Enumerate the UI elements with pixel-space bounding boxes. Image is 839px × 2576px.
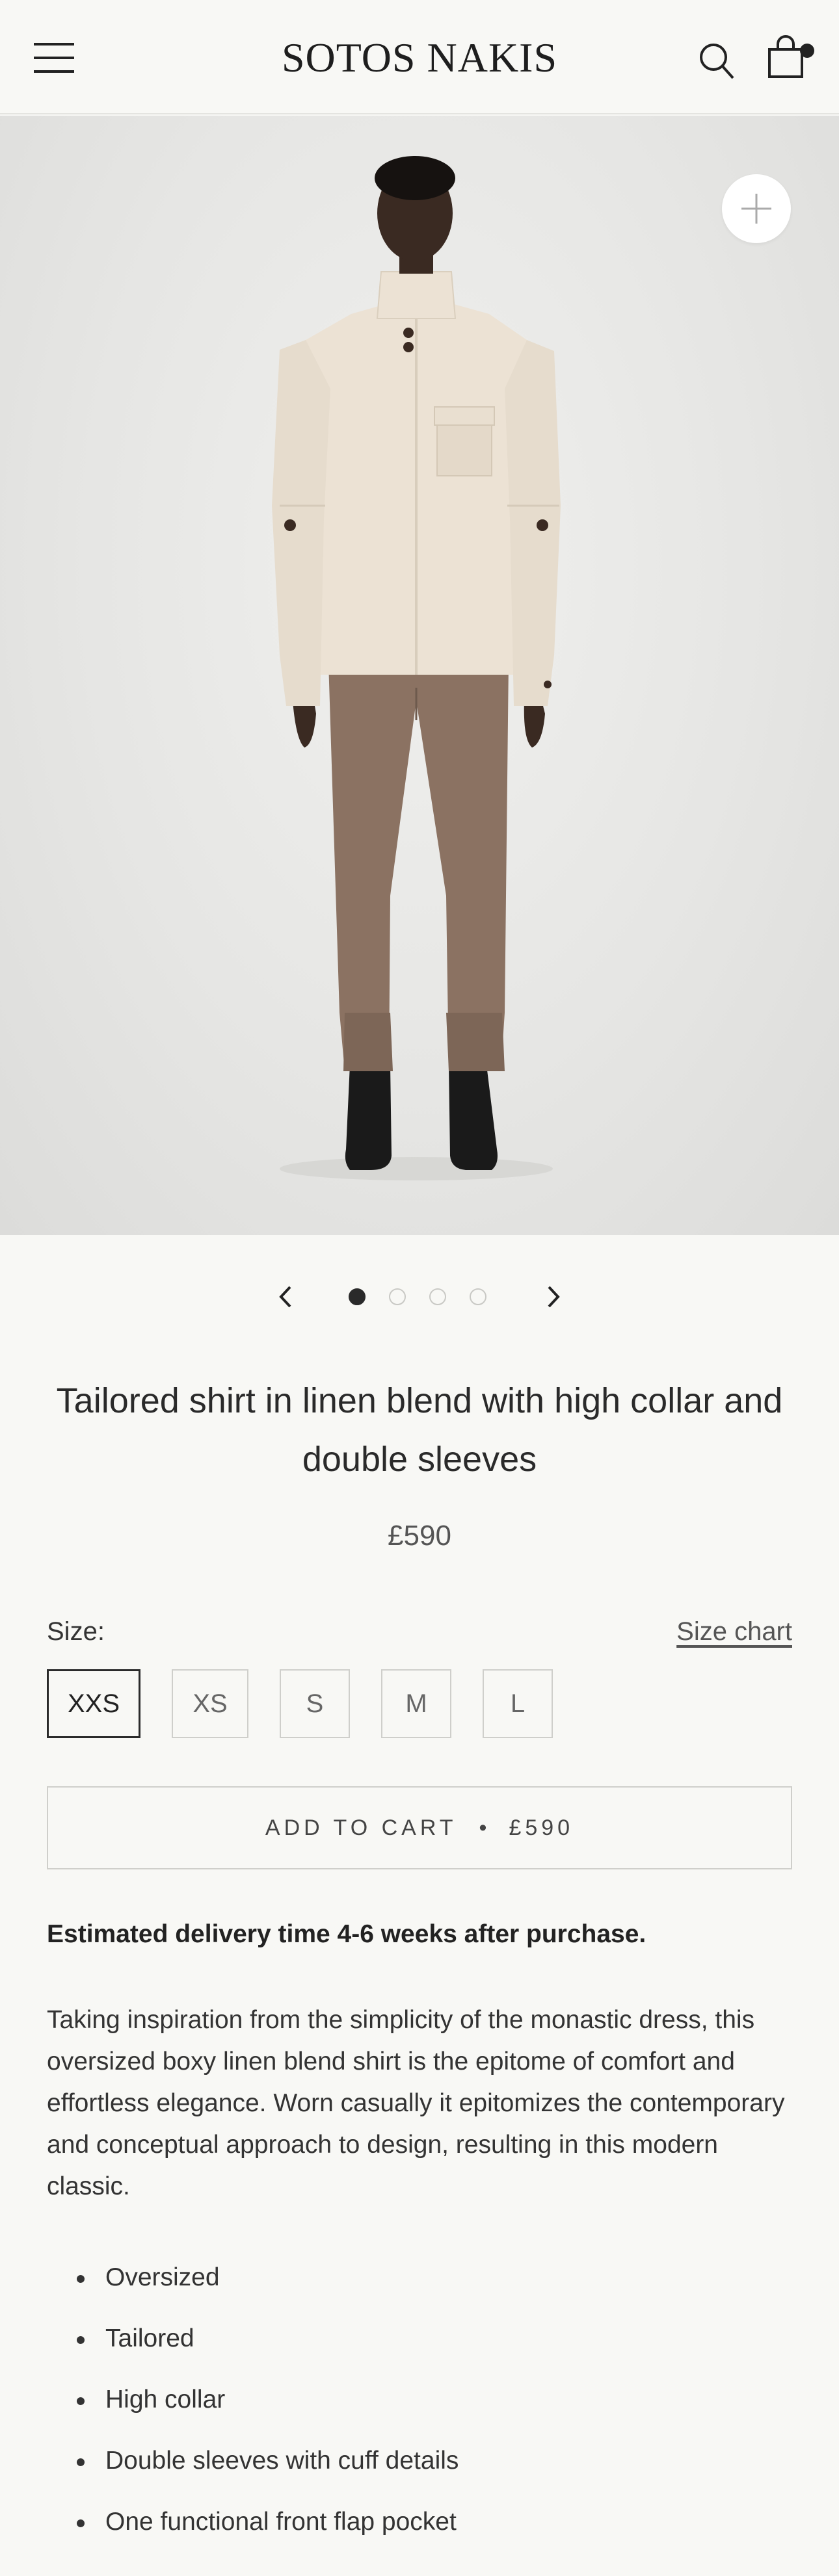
product-price: £590 xyxy=(388,1520,451,1552)
feature-item: Tailored xyxy=(47,2318,792,2379)
plus-icon xyxy=(741,194,771,224)
size-option-xs[interactable]: XS xyxy=(172,1669,248,1738)
size-option-l[interactable]: L xyxy=(483,1669,553,1738)
cart-indicator-dot xyxy=(800,44,814,58)
feature-item: Double sleeves with cuff details xyxy=(47,2440,792,2501)
product-description: Taking inspiration from the simplicity o… xyxy=(47,2006,785,2200)
gallery-dot-2[interactable] xyxy=(389,1288,406,1305)
add-to-cart-separator: • xyxy=(479,1815,487,1840)
zoom-button[interactable] xyxy=(722,174,791,243)
size-option-xxs[interactable]: XXS xyxy=(47,1669,140,1738)
add-to-cart-button[interactable]: ADD TO CART • £590 xyxy=(47,1786,792,1869)
delivery-notice: Estimated delivery time 4-6 weeks after … xyxy=(47,1920,646,1948)
product-image[interactable] xyxy=(0,116,839,1235)
gallery-dot-3[interactable] xyxy=(429,1288,446,1305)
size-option-s[interactable]: S xyxy=(280,1669,350,1738)
size-label: Size: xyxy=(47,1617,105,1646)
gallery-dot-4[interactable] xyxy=(470,1288,486,1305)
feature-item: Oversized xyxy=(47,2257,792,2318)
model-illustration xyxy=(272,156,561,1180)
add-to-cart-label: ADD TO CART xyxy=(265,1815,457,1840)
gallery-navigation xyxy=(0,1274,839,1320)
gallery-dot-1[interactable] xyxy=(349,1288,366,1305)
chevron-right-icon[interactable] xyxy=(537,1281,570,1313)
product-title: Tailored shirt in linen blend with high … xyxy=(56,1381,783,1479)
site-header: SOTOS NAKIS xyxy=(0,0,839,114)
feature-list: Oversized Tailored High collar Double sl… xyxy=(47,2257,792,2562)
size-chart-link[interactable]: Size chart xyxy=(676,1617,792,1646)
chevron-left-icon[interactable] xyxy=(269,1281,302,1313)
feature-item: One functional front flap pocket xyxy=(47,2501,792,2562)
feature-item: High collar xyxy=(47,2379,792,2440)
size-option-m[interactable]: M xyxy=(381,1669,451,1738)
add-to-cart-price: £590 xyxy=(509,1815,574,1840)
search-icon[interactable] xyxy=(699,42,735,81)
